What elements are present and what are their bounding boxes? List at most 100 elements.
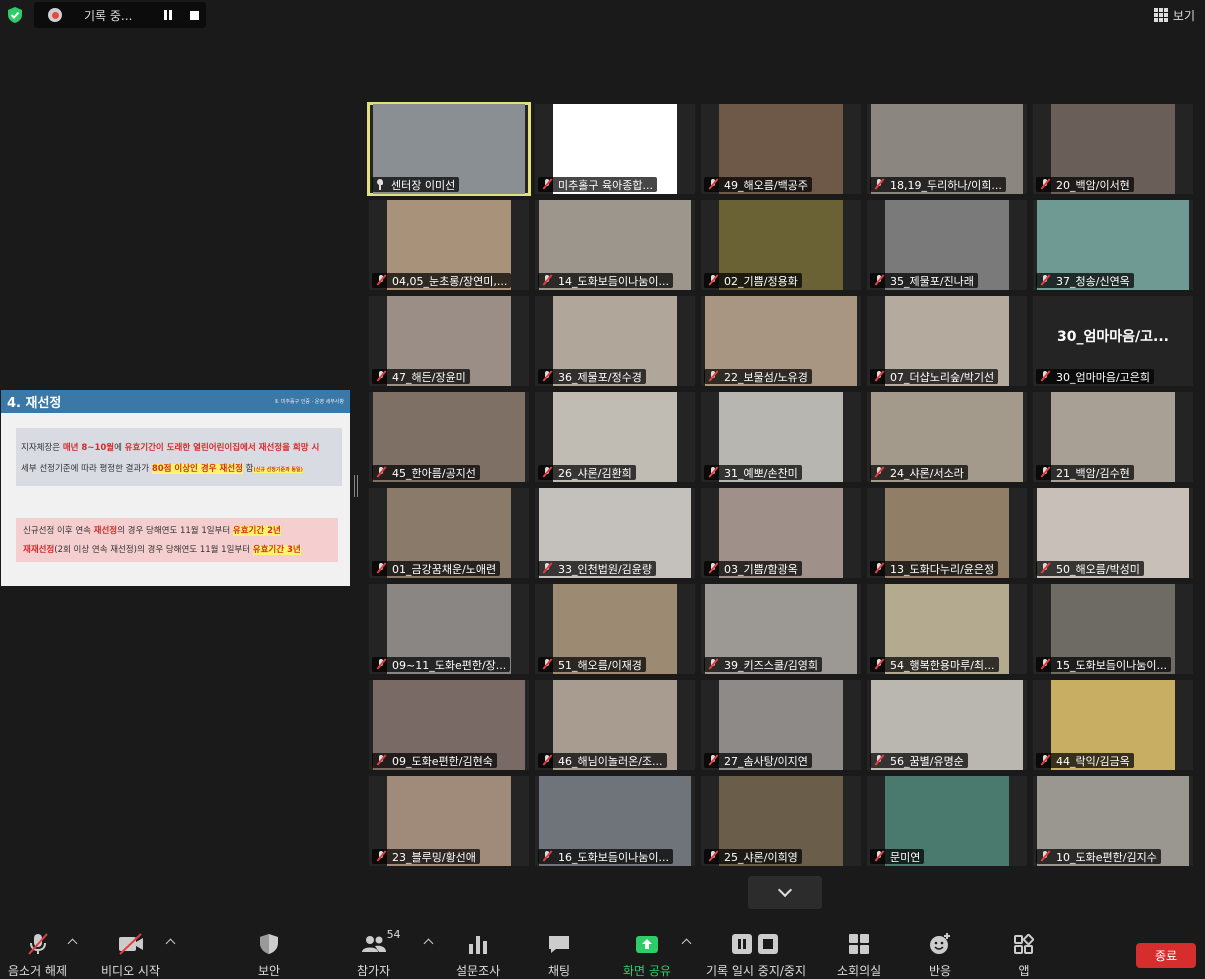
pause-stop-icon — [730, 932, 782, 956]
participant-name-tag: 02_기쁨/정용화 — [704, 273, 802, 288]
polls-button[interactable]: 설문조사 — [456, 932, 500, 979]
participant-name-label: 18,19_두리하나/이희... — [890, 178, 1002, 192]
participant-name-label: 37_청송/신연옥 — [1056, 274, 1130, 288]
participant-tile[interactable]: 44_락익/김금옥 — [1033, 680, 1193, 770]
view-button[interactable]: 보기 — [1153, 5, 1195, 25]
audio-options-caret-icon[interactable] — [67, 938, 78, 949]
participant-tile[interactable]: 09~11_도화e편한/장... — [369, 584, 529, 674]
participant-name-tag: 20_백암/이서현 — [1036, 177, 1134, 192]
participant-tile[interactable]: 센터장 이미선 — [367, 102, 531, 196]
muted-mic-icon — [540, 466, 554, 479]
participant-name-label: 46_해님이놀러온/조... — [558, 754, 663, 768]
participant-name-tag: 24_샤론/서소라 — [870, 465, 968, 480]
muted-mic-icon — [872, 274, 886, 287]
participant-display-name: 30_엄마마음/고... — [1057, 329, 1169, 345]
participant-tile[interactable]: 51_해오름/이재경 — [535, 584, 695, 674]
participant-tile[interactable]: 37_청송/신연옥 — [1033, 200, 1193, 290]
muted-mic-icon — [872, 466, 886, 479]
participant-name-label: 39_키즈스쿨/김영희 — [724, 658, 819, 672]
participant-name-label: 30_엄마마음/고은희 — [1056, 370, 1151, 384]
participant-tile[interactable]: 47_해든/장윤미 — [369, 296, 529, 386]
participant-name-label: 27_솜사탕/이지연 — [724, 754, 808, 768]
participant-name-tag: 49_해오름/백공주 — [704, 177, 812, 192]
participant-tile[interactable]: 23_블루밍/황선애 — [369, 776, 529, 866]
recording-status-text: 기록 중... — [84, 8, 133, 23]
participant-tile[interactable]: 49_해오름/백공주 — [701, 104, 861, 194]
participant-tile[interactable]: 14_도화보듬이나눔이... — [535, 200, 695, 290]
participant-tile[interactable]: 09_도화e편한/김현숙 — [369, 680, 529, 770]
muted-mic-icon — [872, 658, 886, 671]
participant-tile[interactable]: 50_해오름/박성미 — [1033, 488, 1193, 578]
participant-name-tag: 44_락익/김금옥 — [1036, 753, 1134, 768]
participant-tile[interactable]: 36_제물포/정수경 — [535, 296, 695, 386]
share-options-caret-icon[interactable] — [681, 938, 692, 949]
slide-title: 4. 재선정 — [7, 396, 62, 411]
participant-tile[interactable]: 27_솜사탕/이지연 — [701, 680, 861, 770]
pause-recording-icon[interactable] — [164, 10, 172, 20]
apps-button[interactable]: 앱 — [1013, 932, 1035, 979]
participant-name-label: 31_예뽀/손찬미 — [724, 466, 798, 480]
participant-tile[interactable]: 10_도화e편한/김지수 — [1033, 776, 1193, 866]
participant-tile[interactable]: 56_꿈별/유명순 — [867, 680, 1027, 770]
participant-name-tag: 22_보물섬/노유경 — [704, 369, 812, 384]
participant-tile[interactable]: 03_기쁨/함광옥 — [701, 488, 861, 578]
participant-tile[interactable]: 26_샤론/김환희 — [535, 392, 695, 482]
participant-name-label: 01_금강꿈채운/노애련 — [392, 562, 497, 576]
participant-tile[interactable]: 15_도화보듬이나눔이... — [1033, 584, 1193, 674]
participant-name-tag: 47_해든/장윤미 — [372, 369, 470, 384]
video-options-caret-icon[interactable] — [165, 938, 176, 949]
breakout-rooms-button[interactable]: 소회의실 — [837, 932, 881, 979]
participant-name-tag: 30_엄마마음/고은희 — [1036, 369, 1155, 384]
participant-tile[interactable]: 30_엄마마음/고... 30_엄마마음/고은희 — [1033, 296, 1193, 386]
end-meeting-button[interactable]: 종료 — [1136, 943, 1196, 968]
participant-tile[interactable]: 22_보물섬/노유경 — [701, 296, 861, 386]
slide-text-box-1: 지자체장은 매년 8~10월에 유효기간이 도래한 열린어린이집에서 재선정을 … — [16, 428, 342, 486]
unmute-button[interactable]: 음소거 해제 — [8, 932, 67, 979]
participant-name-label: 25_샤론/이희영 — [724, 850, 798, 864]
participant-name-tag: 37_청송/신연옥 — [1036, 273, 1134, 288]
participant-tile[interactable]: 16_도화보듬이나눔이... — [535, 776, 695, 866]
muted-mic-icon — [374, 370, 388, 383]
split-divider-handle[interactable] — [354, 475, 358, 497]
participant-tile[interactable]: 35_제물포/진나래 — [867, 200, 1027, 290]
share-screen-button[interactable]: 화면 공유 — [623, 932, 671, 979]
participant-tile[interactable]: 07_더샵노리숲/박기선 — [867, 296, 1027, 386]
participant-tile[interactable]: 25_샤론/이희영 — [701, 776, 861, 866]
security-button[interactable]: 보안 — [258, 932, 280, 979]
participant-tile[interactable]: 33_인천법원/김윤량 — [535, 488, 695, 578]
muted-mic-icon — [706, 370, 720, 383]
muted-mic-icon — [706, 274, 720, 287]
participant-tile[interactable]: 21_백암/김수현 — [1033, 392, 1193, 482]
participant-tile[interactable]: 18,19_두리하나/이희... — [867, 104, 1027, 194]
muted-mic-icon — [1038, 178, 1052, 191]
security-shield-icon[interactable] — [6, 6, 24, 24]
participant-tile[interactable]: 20_백암/이서현 — [1033, 104, 1193, 194]
reactions-button[interactable]: 반응 — [928, 932, 952, 979]
participant-name-tag: 14_도화보듬이나눔이... — [538, 273, 673, 288]
participant-tile[interactable]: 46_해님이놀러온/조... — [535, 680, 695, 770]
participant-name-tag: 21_백암/김수현 — [1036, 465, 1134, 480]
participant-tile[interactable]: 13_도화다누리/윤은정 — [867, 488, 1027, 578]
participant-tile[interactable]: 45_한아름/공지선 — [369, 392, 529, 482]
recording-control-button[interactable]: 기록 일시 중지/중지 — [706, 932, 806, 979]
participant-name-label: 14_도화보듬이나눔이... — [558, 274, 669, 288]
participants-icon: 54 — [361, 928, 401, 956]
participant-name-tag: 문미연 — [870, 849, 925, 864]
participant-tile[interactable]: 02_기쁨/정용화 — [701, 200, 861, 290]
participant-tile[interactable]: 39_키즈스쿨/김영희 — [701, 584, 861, 674]
participant-tile[interactable]: 54_행복한용마루/최... — [867, 584, 1027, 674]
participant-name-tag: 01_금강꿈채운/노애련 — [372, 561, 501, 576]
participants-button[interactable]: 54 참가자 — [357, 928, 401, 979]
participant-tile[interactable]: 04,05_눈초롱/장연미,... — [369, 200, 529, 290]
participant-tile[interactable]: 31_예뽀/손찬미 — [701, 392, 861, 482]
start-video-button[interactable]: 비디오 시작 — [101, 932, 160, 979]
gallery-next-page-button[interactable] — [748, 876, 822, 909]
participant-tile[interactable]: 문미연 — [867, 776, 1027, 866]
participants-count-badge: 54 — [386, 928, 401, 941]
participant-tile[interactable]: 미추홀구 육아종합... — [535, 104, 695, 194]
participant-tile[interactable]: 01_금강꿈채운/노애련 — [369, 488, 529, 578]
participant-tile[interactable]: 24_샤론/서소라 — [867, 392, 1027, 482]
chat-button[interactable]: 채팅 — [547, 932, 571, 979]
participants-options-caret-icon[interactable] — [423, 938, 434, 949]
stop-recording-icon[interactable] — [190, 10, 199, 20]
